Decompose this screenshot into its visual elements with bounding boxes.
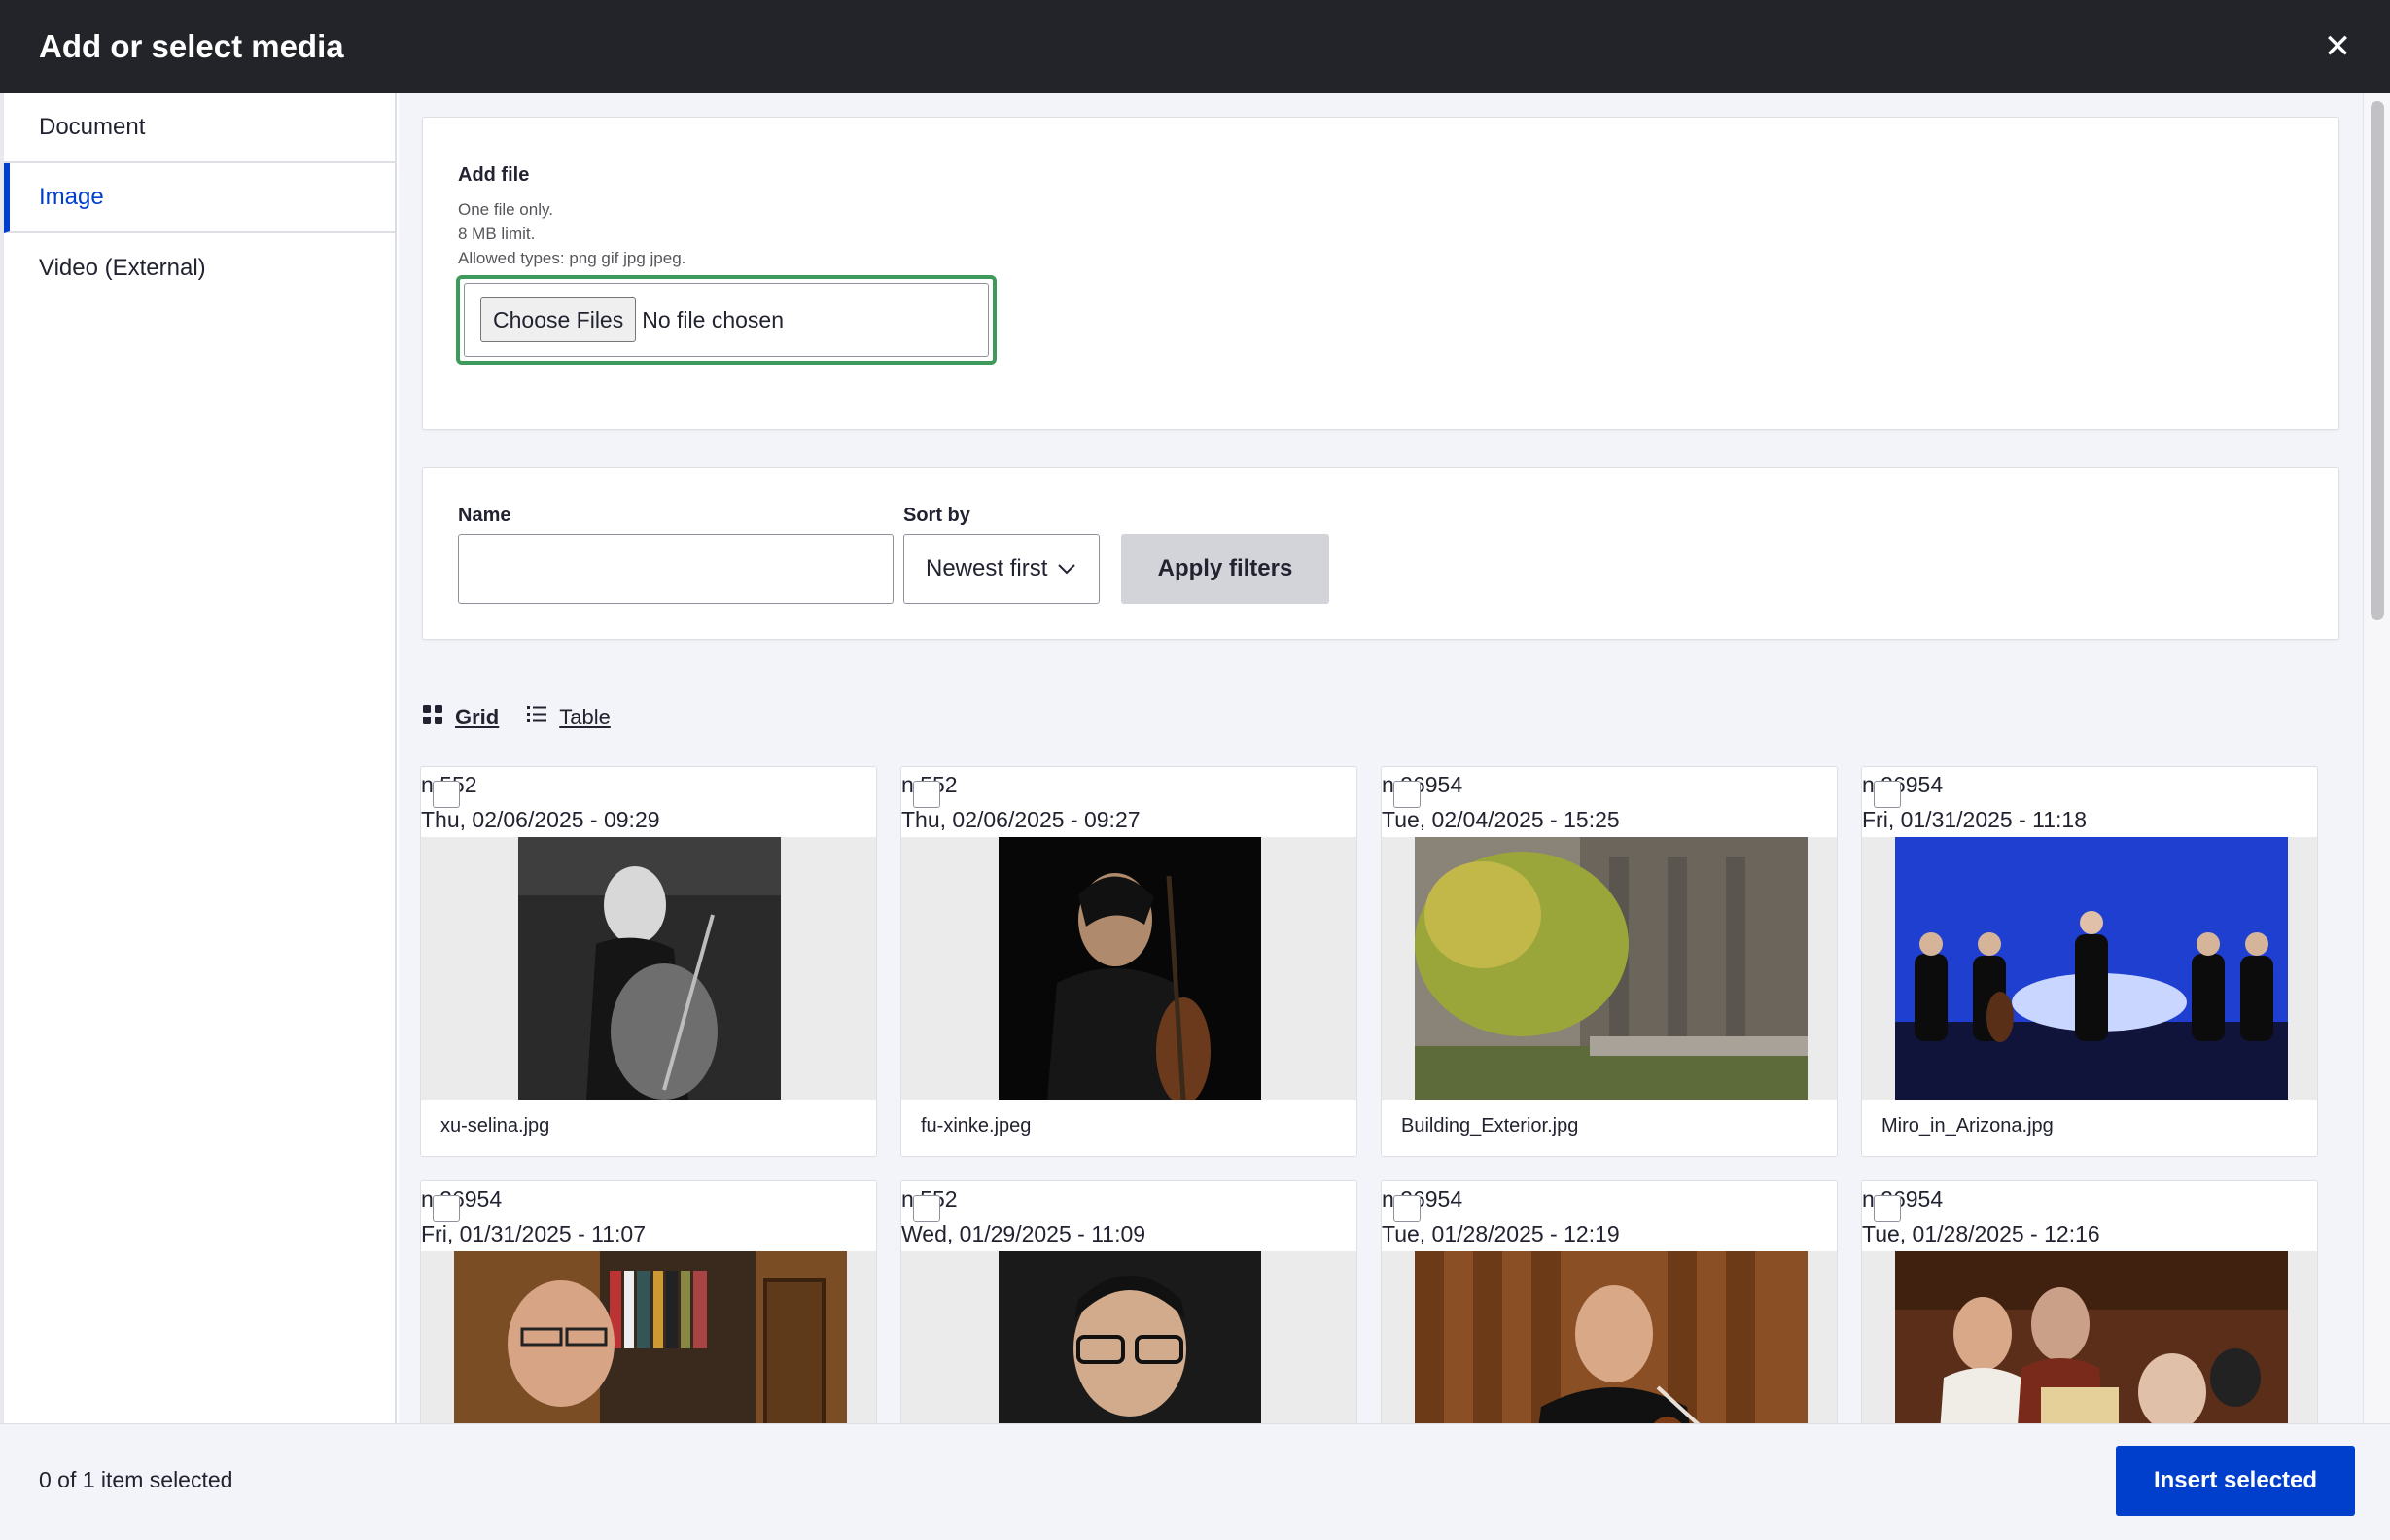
sort-by-select[interactable]: Newest first (903, 534, 1100, 604)
select-checkbox[interactable] (1874, 781, 1901, 808)
media-filename: fu-xinke.jpeg (921, 1115, 1032, 1137)
media-thumbnail (1862, 837, 2317, 1100)
dialog-footer: 0 of 1 item selected Insert selected (0, 1423, 2390, 1540)
sort-by-label: Sort by (903, 505, 970, 526)
media-item[interactable]: n 26954 Fri, 01/31/2025 - 11:07 (420, 1180, 877, 1423)
insert-selected-button[interactable]: Insert selected (2116, 1446, 2355, 1516)
media-item[interactable]: n 26954 Tue, 01/28/2025 - 12:19 (1381, 1180, 1838, 1423)
select-checkbox[interactable] (913, 781, 940, 808)
table-label: Table (559, 705, 611, 729)
media-thumbnail (1382, 1251, 1837, 1423)
sort-by-value: Newest first (926, 555, 1048, 581)
selection-status: 0 of 1 item selected (39, 1467, 233, 1492)
filters-panel: Name Sort by Newest first Apply filters (422, 467, 2339, 640)
select-checkbox[interactable] (433, 1195, 460, 1222)
add-file-heading: Add file (458, 164, 530, 186)
select-checkbox[interactable] (1393, 781, 1421, 808)
media-item[interactable]: n 552 Wed, 01/29/2025 - 11:09 (900, 1180, 1357, 1423)
media-thumbnail (1862, 1251, 2317, 1423)
media-thumbnail (1382, 837, 1837, 1100)
tab-video-external[interactable]: Video (External) (4, 233, 395, 303)
select-checkbox[interactable] (433, 781, 460, 808)
select-checkbox[interactable] (913, 1195, 940, 1222)
media-thumbnail (901, 837, 1356, 1100)
tab-document[interactable]: Document (4, 93, 395, 163)
upload-panel: Add file One file only. 8 MB limit. Allo… (422, 117, 2339, 430)
media-item[interactable]: n 26954 Tue, 01/28/2025 - 12:16 (1861, 1180, 2318, 1423)
media-thumbnail (421, 837, 876, 1100)
close-icon[interactable]: ✕ (2320, 29, 2355, 64)
media-library-main: Add file One file only. 8 MB limit. Allo… (399, 93, 2363, 1423)
choose-files-button[interactable]: Choose Files (480, 298, 637, 342)
select-checkbox[interactable] (1393, 1195, 1421, 1222)
media-filename: Building_Exterior.jpg (1401, 1115, 1579, 1137)
dialog-title: Add or select media (39, 28, 344, 64)
grid-icon (422, 704, 455, 731)
name-filter-label: Name (458, 505, 511, 526)
name-filter-input[interactable] (458, 534, 894, 604)
help-text: Allowed types: png gif jpg jpeg. (458, 249, 686, 267)
media-filename: xu-selina.jpg (440, 1115, 550, 1137)
help-text: One file only. (458, 200, 553, 219)
file-input-wrapper: Choose Files No file chosen (456, 275, 997, 365)
file-input[interactable]: Choose Files No file chosen (464, 283, 989, 357)
media-filename: Miro_in_Arizona.jpg (1881, 1115, 2054, 1137)
media-type-sidebar: Document Image Video (External) (0, 93, 397, 1423)
no-file-text: No file chosen (642, 306, 784, 332)
select-checkbox[interactable] (1874, 1195, 1901, 1222)
list-icon (526, 704, 559, 731)
tab-image[interactable]: Image (4, 163, 395, 233)
media-item[interactable]: n 26954 Fri, 01/31/2025 - 11:18 Miro_in_… (1861, 766, 2318, 1157)
view-switcher: Grid Table (422, 704, 638, 731)
media-item[interactable]: n 552 Thu, 02/06/2025 - 09:27 fu-xinke.j… (900, 766, 1357, 1157)
grid-view-link[interactable]: Grid (422, 704, 499, 731)
dialog-titlebar: Add or select media ✕ (0, 0, 2390, 93)
media-thumbnail (421, 1251, 876, 1423)
table-view-link[interactable]: Table (526, 704, 611, 731)
media-item[interactable]: n 552 Thu, 02/06/2025 - 09:29 xu-selina.… (420, 766, 877, 1157)
grid-label: Grid (455, 705, 500, 729)
help-text: 8 MB limit. (458, 225, 536, 243)
apply-filters-button[interactable]: Apply filters (1121, 534, 1329, 604)
media-thumbnail (901, 1251, 1356, 1423)
media-item[interactable]: n 26954 Tue, 02/04/2025 - 15:25 Building… (1381, 766, 1838, 1157)
scrollbar-thumb[interactable] (2371, 101, 2384, 620)
chevron-down-icon (1057, 558, 1076, 580)
